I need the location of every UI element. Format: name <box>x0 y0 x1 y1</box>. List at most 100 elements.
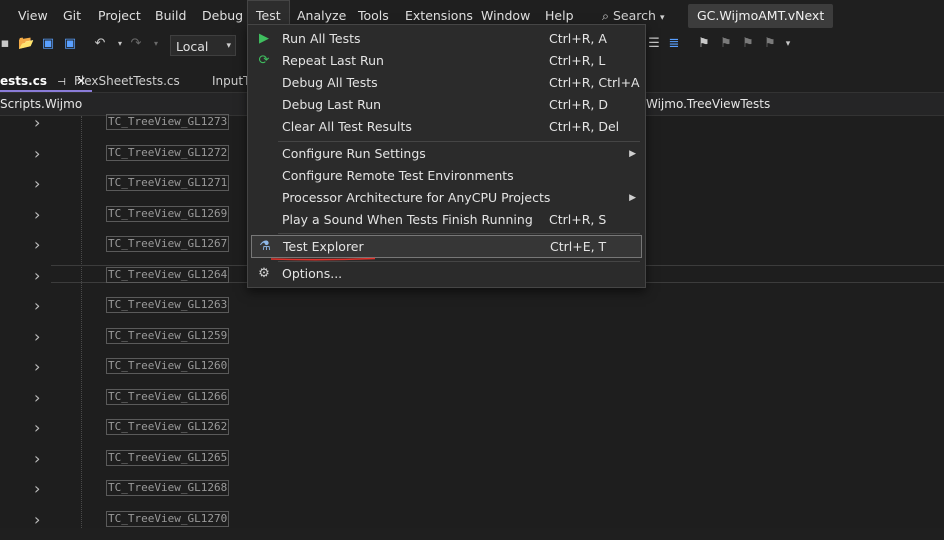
expand-chevron-icon[interactable]: › <box>34 296 44 315</box>
collapsed-region-label[interactable]: TC_TreeView_GL1268 <box>106 480 230 496</box>
menu-git[interactable]: Git <box>55 0 89 31</box>
pin-icon[interactable]: ⊣ <box>57 77 66 88</box>
new-project-icon[interactable]: ▪ <box>0 36 10 52</box>
redo-icon[interactable]: ↷ <box>128 36 144 52</box>
menu-separator <box>278 233 640 234</box>
expand-chevron-icon[interactable]: › <box>34 418 44 437</box>
menu-item-options[interactable]: ⚙ Options... <box>248 263 645 285</box>
code-row: › TC_TreeView_GL1266 <box>0 388 944 418</box>
bookmark-prev-icon[interactable]: ⚑ <box>718 36 734 52</box>
menu-item-label: Play a Sound When Tests Finish Running <box>282 212 533 227</box>
test-explorer-icon: ⚗ <box>259 239 271 254</box>
code-row: › TC_TreeView_GL1268 <box>0 479 944 509</box>
menu-item-label: Configure Run Settings <box>282 146 426 161</box>
undo-dropdown-icon[interactable]: ▾ <box>112 36 128 52</box>
solution-name[interactable]: GC.WijmoAMT.vNext <box>688 4 834 28</box>
configuration-select[interactable]: Local ▾ <box>170 35 236 56</box>
menu-item-shortcut: Ctrl+R, Ctrl+A <box>549 75 640 90</box>
menu-item-processor-architecture[interactable]: Processor Architecture for AnyCPU Projec… <box>248 187 645 209</box>
expand-chevron-icon[interactable]: › <box>34 174 44 193</box>
collapsed-region-label[interactable]: TC_TreeView_GL1264 <box>106 267 230 283</box>
expand-chevron-icon[interactable]: › <box>34 266 44 285</box>
menu-separator <box>278 261 640 262</box>
menu-item-shortcut: Ctrl+E, T <box>550 239 607 254</box>
format-icon[interactable]: ☰ <box>646 36 662 52</box>
expand-chevron-icon[interactable]: › <box>34 327 44 346</box>
collapsed-region-label[interactable]: TC_TreeView_GL1262 <box>106 419 230 435</box>
collapsed-region-label[interactable]: TC_TreeView_GL1260 <box>106 358 230 374</box>
menu-build[interactable]: Build <box>147 0 194 31</box>
menu-item-configure-remote-test-environments[interactable]: Configure Remote Test Environments <box>248 165 645 187</box>
menu-item-label: Repeat Last Run <box>282 53 384 68</box>
menu-item-label: Run All Tests <box>282 31 361 46</box>
expand-chevron-icon[interactable]: › <box>34 113 44 132</box>
expand-chevron-icon[interactable]: › <box>34 510 44 529</box>
annotation-stroke <box>270 257 376 261</box>
open-folder-icon[interactable]: 📂 <box>18 36 34 52</box>
menu-item-shortcut: Ctrl+R, Del <box>549 119 620 134</box>
redo-dropdown-icon[interactable]: ▾ <box>148 36 164 52</box>
collapsed-region-label[interactable]: TC_TreeView_GL1265 <box>106 450 230 466</box>
collapsed-region-label[interactable]: TC_TreeView_GL1266 <box>106 389 230 405</box>
code-row: › TC_TreeView_GL1259 <box>0 327 944 357</box>
collapsed-region-label[interactable]: TC_TreeView_GL1271 <box>106 175 230 191</box>
menu-item-label: Debug Last Run <box>282 97 382 112</box>
expand-chevron-icon[interactable]: › <box>34 235 44 254</box>
bookmark-next-icon[interactable]: ⚑ <box>740 36 756 52</box>
collapsed-region-label[interactable]: TC_TreeView_GL1267 <box>106 236 230 252</box>
collapsed-region-label[interactable]: TC_TreeView_GL1259 <box>106 328 230 344</box>
tab-label: ests.cs <box>0 74 47 88</box>
menu-item-debug-last-run[interactable]: Debug Last Run Ctrl+R, D <box>248 94 645 116</box>
save-icon[interactable]: ▣ <box>40 36 56 52</box>
menu-item-test-explorer[interactable]: ⚗ Test Explorer Ctrl+E, T <box>251 235 642 258</box>
menu-separator <box>278 141 640 142</box>
collapsed-region-label[interactable]: TC_TreeView_GL1273 <box>106 114 230 130</box>
expand-chevron-icon[interactable]: › <box>34 144 44 163</box>
expand-chevron-icon[interactable]: › <box>34 479 44 498</box>
expand-chevron-icon[interactable]: › <box>34 205 44 224</box>
menu-item-label: Clear All Test Results <box>282 119 412 134</box>
tab-flexsheettests[interactable]: FlexSheetTests.cs <box>68 70 186 92</box>
collapsed-region-label[interactable]: TC_TreeView_GL1263 <box>106 297 230 313</box>
menu-item-label: Configure Remote Test Environments <box>282 168 514 183</box>
code-row: › TC_TreeView_GL1265 <box>0 449 944 479</box>
annotation-underline <box>270 257 376 261</box>
expand-chevron-icon[interactable]: › <box>34 357 44 376</box>
menu-project[interactable]: Project <box>90 0 149 31</box>
code-row: › TC_TreeView_GL1263 <box>0 296 944 326</box>
menu-item-clear-all-test-results[interactable]: Clear All Test Results Ctrl+R, Del <box>248 116 645 138</box>
expand-chevron-icon[interactable]: › <box>34 388 44 407</box>
clear-bookmarks-icon[interactable]: ⚑ <box>762 36 778 52</box>
menu-item-shortcut: Ctrl+R, S <box>549 212 607 227</box>
menu-item-label: Test Explorer <box>283 239 364 254</box>
class-dropdown[interactable]: Wijmo.TreeViewTests <box>646 93 770 115</box>
expand-chevron-icon[interactable]: › <box>34 449 44 468</box>
menu-item-run-all-tests[interactable]: ▶ Run All Tests Ctrl+R, A <box>248 28 645 50</box>
menu-item-shortcut: Ctrl+R, L <box>549 53 606 68</box>
code-row: › TC_TreeView_GL1270 <box>0 510 944 540</box>
menu-item-play-sound[interactable]: Play a Sound When Tests Finish Running C… <box>248 209 645 231</box>
menu-item-shortcut: Ctrl+R, A <box>549 31 607 46</box>
collapsed-region-label[interactable]: TC_TreeView_GL1272 <box>106 145 230 161</box>
menu-item-configure-run-settings[interactable]: Configure Run Settings ▶ <box>248 143 645 165</box>
test-menu-dropdown: ▶ Run All Tests Ctrl+R, A ⟳ Repeat Last … <box>247 24 646 288</box>
menu-item-debug-all-tests[interactable]: Debug All Tests Ctrl+R, Ctrl+A <box>248 72 645 94</box>
menu-view[interactable]: View <box>10 0 56 31</box>
menu-debug[interactable]: Debug <box>194 0 251 31</box>
collapsed-region-label[interactable]: TC_TreeView_GL1270 <box>106 511 230 527</box>
undo-icon[interactable]: ↶ <box>92 36 108 52</box>
save-all-icon[interactable]: ▣ <box>62 36 78 52</box>
menu-item-repeat-last-run[interactable]: ⟳ Repeat Last Run Ctrl+R, L <box>248 50 645 72</box>
configuration-value: Local <box>176 39 209 54</box>
menu-item-label: Processor Architecture for AnyCPU Projec… <box>282 190 551 205</box>
menu-item-label: Debug All Tests <box>282 75 378 90</box>
search-icon: ⌕ <box>602 8 610 23</box>
menu-item-shortcut: Ctrl+R, D <box>549 97 608 112</box>
submenu-arrow-icon: ▶ <box>629 149 636 159</box>
search-label: Search <box>613 8 656 23</box>
collapsed-region-label[interactable]: TC_TreeView_GL1269 <box>106 206 230 222</box>
bookmark-icon[interactable]: ⚑ <box>696 36 712 52</box>
uncomment-icon[interactable]: ≣ <box>666 36 682 52</box>
overflow-icon[interactable]: ▾ <box>780 36 796 52</box>
namespace-dropdown[interactable]: Scripts.Wijmo <box>0 93 82 115</box>
